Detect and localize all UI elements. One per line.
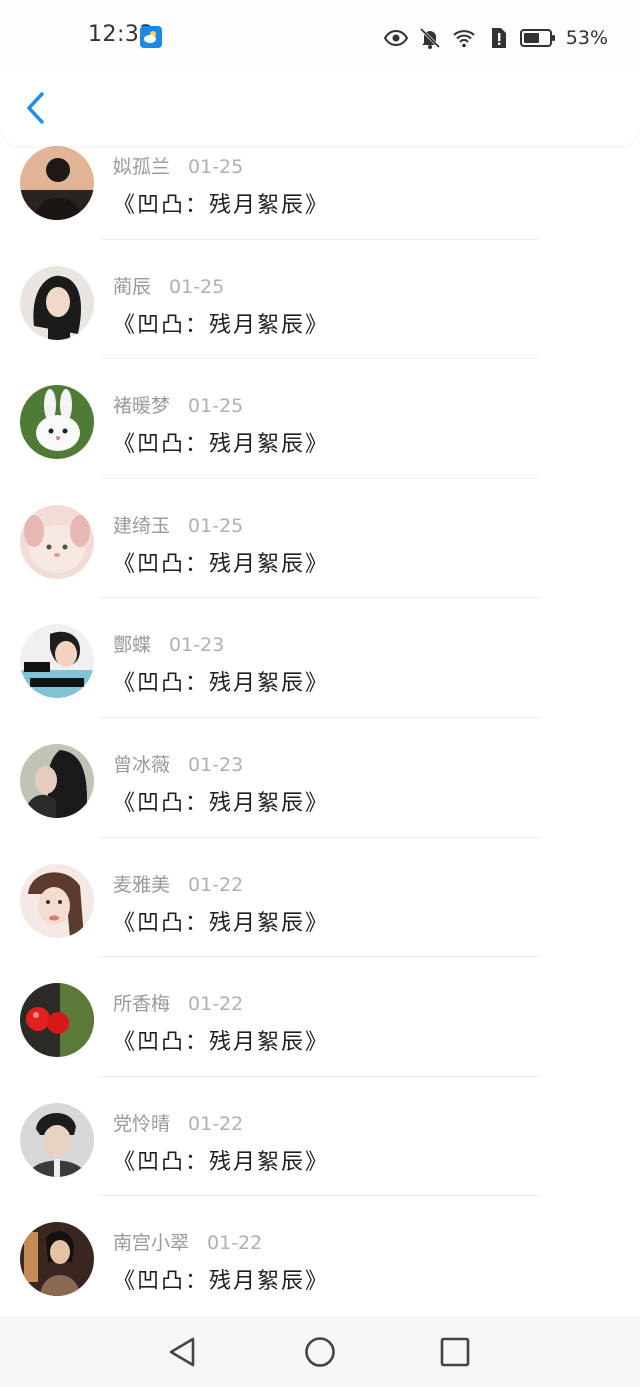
header-bar: [0, 70, 640, 146]
item-title[interactable]: 《凹凸：残月絮辰》: [113, 307, 329, 339]
back-button[interactable]: [20, 88, 56, 128]
user-name[interactable]: 姒孤兰: [113, 156, 170, 178]
avatar[interactable]: [20, 265, 94, 340]
comment-list[interactable]: 姒孤兰 01-25 《凹凸：残月絮辰》 蔺辰 01-25 《凹凸：残月絮辰》 褚…: [0, 146, 640, 1316]
list-item[interactable]: 建绮玉 01-25 《凹凸：残月絮辰》: [0, 479, 640, 599]
item-meta: 南宫小翠 01-22: [113, 1228, 262, 1255]
item-date: 01-25: [188, 156, 244, 178]
avatar[interactable]: [20, 504, 94, 579]
wifi-icon: [453, 30, 475, 48]
item-meta: 酆蝶 01-23: [113, 630, 224, 657]
nav-recents-button[interactable]: [437, 1334, 473, 1370]
status-bar: 12:33 53%: [0, 0, 640, 70]
item-title[interactable]: 《凹凸：残月絮辰》: [113, 426, 329, 458]
weather-app-icon: [140, 26, 162, 48]
item-title[interactable]: 《凹凸：残月絮辰》: [113, 1144, 329, 1176]
item-title[interactable]: 《凹凸：残月絮辰》: [113, 665, 329, 697]
avatar[interactable]: [20, 385, 94, 460]
item-meta: 党怜晴 01-22: [113, 1109, 243, 1136]
user-name[interactable]: 曾冰薇: [113, 754, 170, 776]
list-item[interactable]: 酆蝶 01-23 《凹凸：残月絮辰》: [0, 598, 640, 718]
triangle-back-icon: [169, 1337, 195, 1367]
battery-percent: 53%: [565, 27, 608, 49]
nav-home-button[interactable]: [302, 1334, 338, 1370]
avatar[interactable]: [20, 743, 94, 818]
user-name[interactable]: 南宫小翠: [113, 1232, 189, 1254]
list-item[interactable]: 曾冰薇 01-23 《凹凸：残月絮辰》: [0, 718, 640, 838]
user-name[interactable]: 建绮玉: [113, 515, 170, 537]
nav-back-button[interactable]: [165, 1334, 201, 1370]
item-date: 01-22: [188, 873, 244, 896]
system-nav-bar: [0, 1316, 640, 1387]
list-item[interactable]: 南宫小翠 01-22 《凹凸：残月絮辰》: [0, 1196, 640, 1316]
user-name[interactable]: 酆蝶: [113, 634, 151, 656]
item-meta: 褚暖梦 01-25: [113, 391, 243, 418]
item-date: 01-25: [188, 395, 244, 418]
item-title[interactable]: 《凹凸：残月絮辰》: [113, 546, 329, 578]
user-name[interactable]: 麦雅美: [113, 874, 170, 896]
item-meta: 麦雅美 01-22: [113, 870, 243, 897]
battery-icon: [519, 29, 555, 47]
list-item[interactable]: 褚暖梦 01-25 《凹凸：残月絮辰》: [0, 359, 640, 479]
item-date: 01-22: [188, 1112, 244, 1135]
item-date: 01-25: [169, 275, 225, 298]
item-date: 01-25: [188, 514, 244, 537]
item-meta: 蔺辰 01-25: [113, 272, 224, 299]
item-meta: 所香梅 01-22: [113, 989, 243, 1016]
user-name[interactable]: 所香梅: [113, 993, 170, 1015]
bell-muted-icon: [419, 27, 440, 49]
user-name[interactable]: 党怜晴: [113, 1113, 170, 1135]
item-title[interactable]: 《凹凸：残月絮辰》: [113, 187, 329, 219]
avatar[interactable]: [20, 863, 94, 938]
item-meta: 姒孤兰 01-25: [113, 152, 243, 179]
list-item[interactable]: 麦雅美 01-22 《凹凸：残月絮辰》: [0, 838, 640, 958]
item-date: 01-23: [169, 634, 225, 657]
list-item[interactable]: 蔺辰 01-25 《凹凸：残月絮辰》: [0, 240, 640, 360]
list-item[interactable]: 党怜晴 01-22 《凹凸：残月絮辰》: [0, 1077, 640, 1197]
avatar[interactable]: [20, 624, 94, 699]
item-title[interactable]: 《凹凸：残月絮辰》: [113, 1024, 329, 1056]
avatar[interactable]: [20, 146, 94, 220]
item-title[interactable]: 《凹凸：残月絮辰》: [113, 785, 329, 817]
user-name[interactable]: 蔺辰: [113, 276, 151, 298]
item-meta: 建绮玉 01-25: [113, 511, 243, 538]
item-date: 01-23: [188, 753, 244, 776]
avatar[interactable]: [20, 1222, 94, 1297]
item-title[interactable]: 《凹凸：残月絮辰》: [113, 1263, 329, 1295]
user-name[interactable]: 褚暖梦: [113, 395, 170, 417]
sim-alert-icon: [491, 28, 506, 48]
square-recents-icon: [440, 1337, 470, 1367]
item-title[interactable]: 《凹凸：残月絮辰》: [113, 905, 329, 937]
circle-home-icon: [305, 1337, 335, 1367]
list-item[interactable]: 所香梅 01-22 《凹凸：残月絮辰》: [0, 957, 640, 1077]
list-item[interactable]: 姒孤兰 01-25 《凹凸：残月絮辰》: [0, 146, 640, 240]
avatar[interactable]: [20, 1102, 94, 1177]
item-meta: 曾冰薇 01-23: [113, 750, 243, 777]
item-date: 01-22: [188, 993, 244, 1016]
item-date: 01-22: [207, 1232, 263, 1255]
status-icons: 53%: [383, 24, 608, 52]
chevron-left-icon: [27, 92, 44, 124]
eye-icon: [383, 29, 408, 47]
avatar[interactable]: [20, 983, 94, 1058]
